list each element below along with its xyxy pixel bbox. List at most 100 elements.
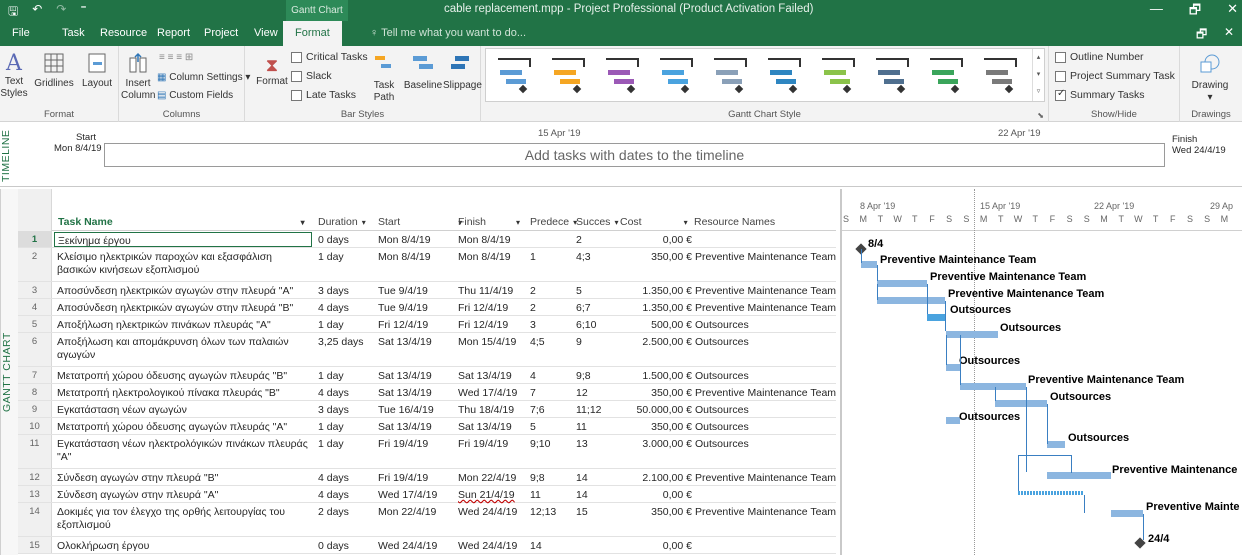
row-number[interactable]: 1 bbox=[18, 231, 52, 247]
summary-tasks-box[interactable] bbox=[1055, 88, 1066, 101]
successors-cell[interactable]: 4;3 bbox=[576, 251, 591, 264]
successors-cell[interactable]: 14 bbox=[576, 489, 588, 502]
gantt-bar-label[interactable]: Outsources bbox=[959, 355, 1020, 367]
cost-cell[interactable]: 0,00 € bbox=[620, 540, 692, 553]
finish-cell[interactable]: Fri 12/4/19 bbox=[458, 302, 508, 315]
predecessors-cell[interactable]: 4 bbox=[530, 370, 536, 383]
wrap-text-icon[interactable]: ⊞ bbox=[185, 52, 193, 63]
gantt-chart[interactable]: 8 Apr '19 15 Apr '19 22 Apr '19 29 Ap S M T W T F… bbox=[840, 189, 1242, 555]
gantt-bar[interactable] bbox=[927, 314, 945, 321]
table-row[interactable]: 5 Αποξήλωση ηλεκτρικών πινάκων πλευράς "A… bbox=[18, 316, 836, 333]
table-row[interactable]: 6 Αποξήλωση και απομάκρυνση όλων των παλα… bbox=[18, 333, 836, 367]
cost-cell[interactable]: 500,00 € bbox=[620, 319, 692, 332]
baseline-button[interactable]: Baseline bbox=[403, 52, 443, 92]
successors-cell[interactable]: 9;8 bbox=[576, 370, 591, 383]
successors-cell[interactable]: 9 bbox=[576, 336, 582, 349]
ribbon-close-icon[interactable]: ✕ bbox=[1224, 25, 1234, 39]
duration-cell[interactable]: 0 days bbox=[318, 540, 349, 553]
row-number[interactable]: 3 bbox=[18, 282, 52, 298]
bar-format-button[interactable]: ⧗ Format bbox=[255, 54, 289, 88]
start-cell[interactable]: Mon 22/4/19 bbox=[378, 506, 436, 519]
predecessors-cell[interactable]: 7 bbox=[530, 387, 536, 400]
gantt-bar[interactable] bbox=[861, 261, 877, 268]
start-cell[interactable]: Mon 8/4/19 bbox=[378, 234, 431, 247]
task-name-cell[interactable]: Δοκιμές για τον έλεγχο της ορθής λειτουρ… bbox=[54, 504, 312, 536]
predecessors-cell[interactable]: 1 bbox=[530, 251, 536, 264]
align-left-icon[interactable]: ≡ bbox=[159, 52, 165, 63]
predecessors-cell[interactable]: 11 bbox=[530, 489, 541, 502]
table-row[interactable]: 12 Σύνδεση αγωγών στην πλευρά "B" 4 days Fr… bbox=[18, 469, 836, 486]
predecessors-cell[interactable]: 9;10 bbox=[530, 438, 550, 451]
column-header-task-name[interactable]: Task Name ▾ bbox=[58, 216, 305, 228]
finish-cell[interactable]: Thu 18/4/19 bbox=[458, 404, 514, 417]
successors-cell[interactable]: 6;10 bbox=[576, 319, 596, 332]
gantt-bar[interactable] bbox=[877, 280, 927, 287]
tab-project[interactable]: Project bbox=[202, 21, 240, 46]
cost-cell[interactable]: 1.350,00 € bbox=[620, 302, 692, 315]
duration-cell[interactable]: 1 day bbox=[318, 421, 344, 434]
row-number[interactable]: 12 bbox=[18, 469, 52, 485]
layout-button[interactable]: Layout bbox=[80, 52, 114, 90]
undo-icon[interactable]: ↶ bbox=[32, 2, 42, 23]
start-cell[interactable]: Sat 13/4/19 bbox=[378, 336, 432, 349]
start-cell[interactable]: Sat 13/4/19 bbox=[378, 387, 432, 400]
gantt-bar[interactable] bbox=[960, 383, 1026, 390]
finish-cell[interactable]: Wed 24/4/19 bbox=[458, 506, 517, 519]
gantt-bar[interactable] bbox=[1111, 510, 1143, 517]
start-cell[interactable]: Fri 19/4/19 bbox=[378, 438, 428, 451]
duration-cell[interactable]: 1 day bbox=[318, 438, 344, 451]
finish-cell[interactable]: Mon 15/4/19 bbox=[458, 336, 516, 349]
task-name-cell[interactable]: Ξεκίνημα έργου bbox=[54, 232, 312, 247]
predecessors-cell[interactable]: 3 bbox=[530, 319, 536, 332]
gantt-style-swatch[interactable] bbox=[712, 55, 748, 95]
restore-icon[interactable]: 🗗 bbox=[1189, 1, 1201, 23]
duration-cell[interactable]: 1 day bbox=[318, 370, 344, 383]
row-number[interactable]: 2 bbox=[18, 248, 52, 281]
gantt-bar[interactable] bbox=[1018, 491, 1084, 495]
insert-column-button[interactable]: Insert Column bbox=[121, 52, 155, 102]
finish-cell[interactable]: Wed 24/4/19 bbox=[458, 540, 517, 553]
gantt-bar[interactable] bbox=[1047, 441, 1065, 448]
table-row[interactable]: 13 Σύνδεση αγωγών στην πλευρά "A" 4 days We… bbox=[18, 486, 836, 503]
successors-cell[interactable]: 12 bbox=[576, 387, 588, 400]
table-row[interactable]: 7 Μετατροπή χώρου όδευσης αγωγών πλευράς … bbox=[18, 367, 836, 384]
gridlines-button[interactable]: Gridlines bbox=[32, 52, 76, 90]
resource-names-cell[interactable]: Preventive Maintenance Team bbox=[695, 302, 836, 315]
table-row[interactable]: 14 Δοκιμές για τον έλεγχο της ορθής λειτο… bbox=[18, 503, 836, 537]
duration-cell[interactable]: 3,25 days bbox=[318, 336, 364, 349]
cost-cell[interactable]: 350,00 € bbox=[620, 251, 692, 264]
gantt-bar-label[interactable]: Preventive Maintenance Team bbox=[948, 288, 1104, 300]
predecessors-cell[interactable]: 14 bbox=[530, 540, 542, 553]
task-name-cell[interactable]: Εγκατάσταση νέων αγωγών bbox=[54, 402, 312, 417]
task-name-cell[interactable]: Αποξήλωση και απομάκρυνση όλων των παλαι… bbox=[54, 334, 312, 366]
row-number[interactable]: 4 bbox=[18, 299, 52, 315]
task-name-cell[interactable]: Ολοκλήρωση έργου bbox=[54, 538, 312, 553]
save-icon[interactable]: 🖫 bbox=[8, 2, 18, 23]
gantt-bar-label[interactable]: Preventive Maintenance bbox=[1112, 464, 1237, 476]
duration-cell[interactable]: 1 day bbox=[318, 251, 344, 264]
row-number[interactable]: 10 bbox=[18, 418, 52, 434]
tab-report[interactable]: Report bbox=[155, 21, 192, 46]
start-cell[interactable]: Mon 8/4/19 bbox=[378, 251, 431, 264]
cost-cell[interactable]: 350,00 € bbox=[620, 421, 692, 434]
predecessors-cell[interactable]: 5 bbox=[530, 421, 536, 434]
cost-cell[interactable]: 0,00 € bbox=[620, 489, 692, 502]
cost-cell[interactable]: 0,00 € bbox=[620, 234, 692, 247]
align-center-icon[interactable]: ≡ bbox=[168, 52, 174, 63]
resource-names-cell[interactable]: Outsources bbox=[695, 404, 749, 417]
gantt-bar-label[interactable]: Outsources bbox=[959, 411, 1020, 423]
column-header-finish[interactable]: Finish ▾ bbox=[458, 216, 520, 228]
row-number[interactable]: 7 bbox=[18, 367, 52, 383]
minimize-icon[interactable]: — bbox=[1150, 1, 1163, 23]
gantt-bar-label[interactable]: 24/4 bbox=[1148, 533, 1169, 545]
row-number[interactable]: 13 bbox=[18, 486, 52, 502]
finish-cell[interactable]: Thu 11/4/19 bbox=[458, 285, 513, 298]
duration-cell[interactable]: 4 days bbox=[318, 302, 349, 315]
gantt-style-swatch[interactable] bbox=[982, 55, 1018, 95]
predecessors-cell[interactable]: 2 bbox=[530, 302, 536, 315]
tab-format[interactable]: Format bbox=[283, 21, 342, 46]
predecessors-cell[interactable]: 12;13 bbox=[530, 506, 556, 519]
gantt-style-gallery[interactable]: ▴ ▾ ▿ bbox=[485, 48, 1045, 102]
gantt-style-swatch[interactable] bbox=[496, 55, 532, 95]
start-cell[interactable]: Tue 9/4/19 bbox=[378, 285, 428, 298]
